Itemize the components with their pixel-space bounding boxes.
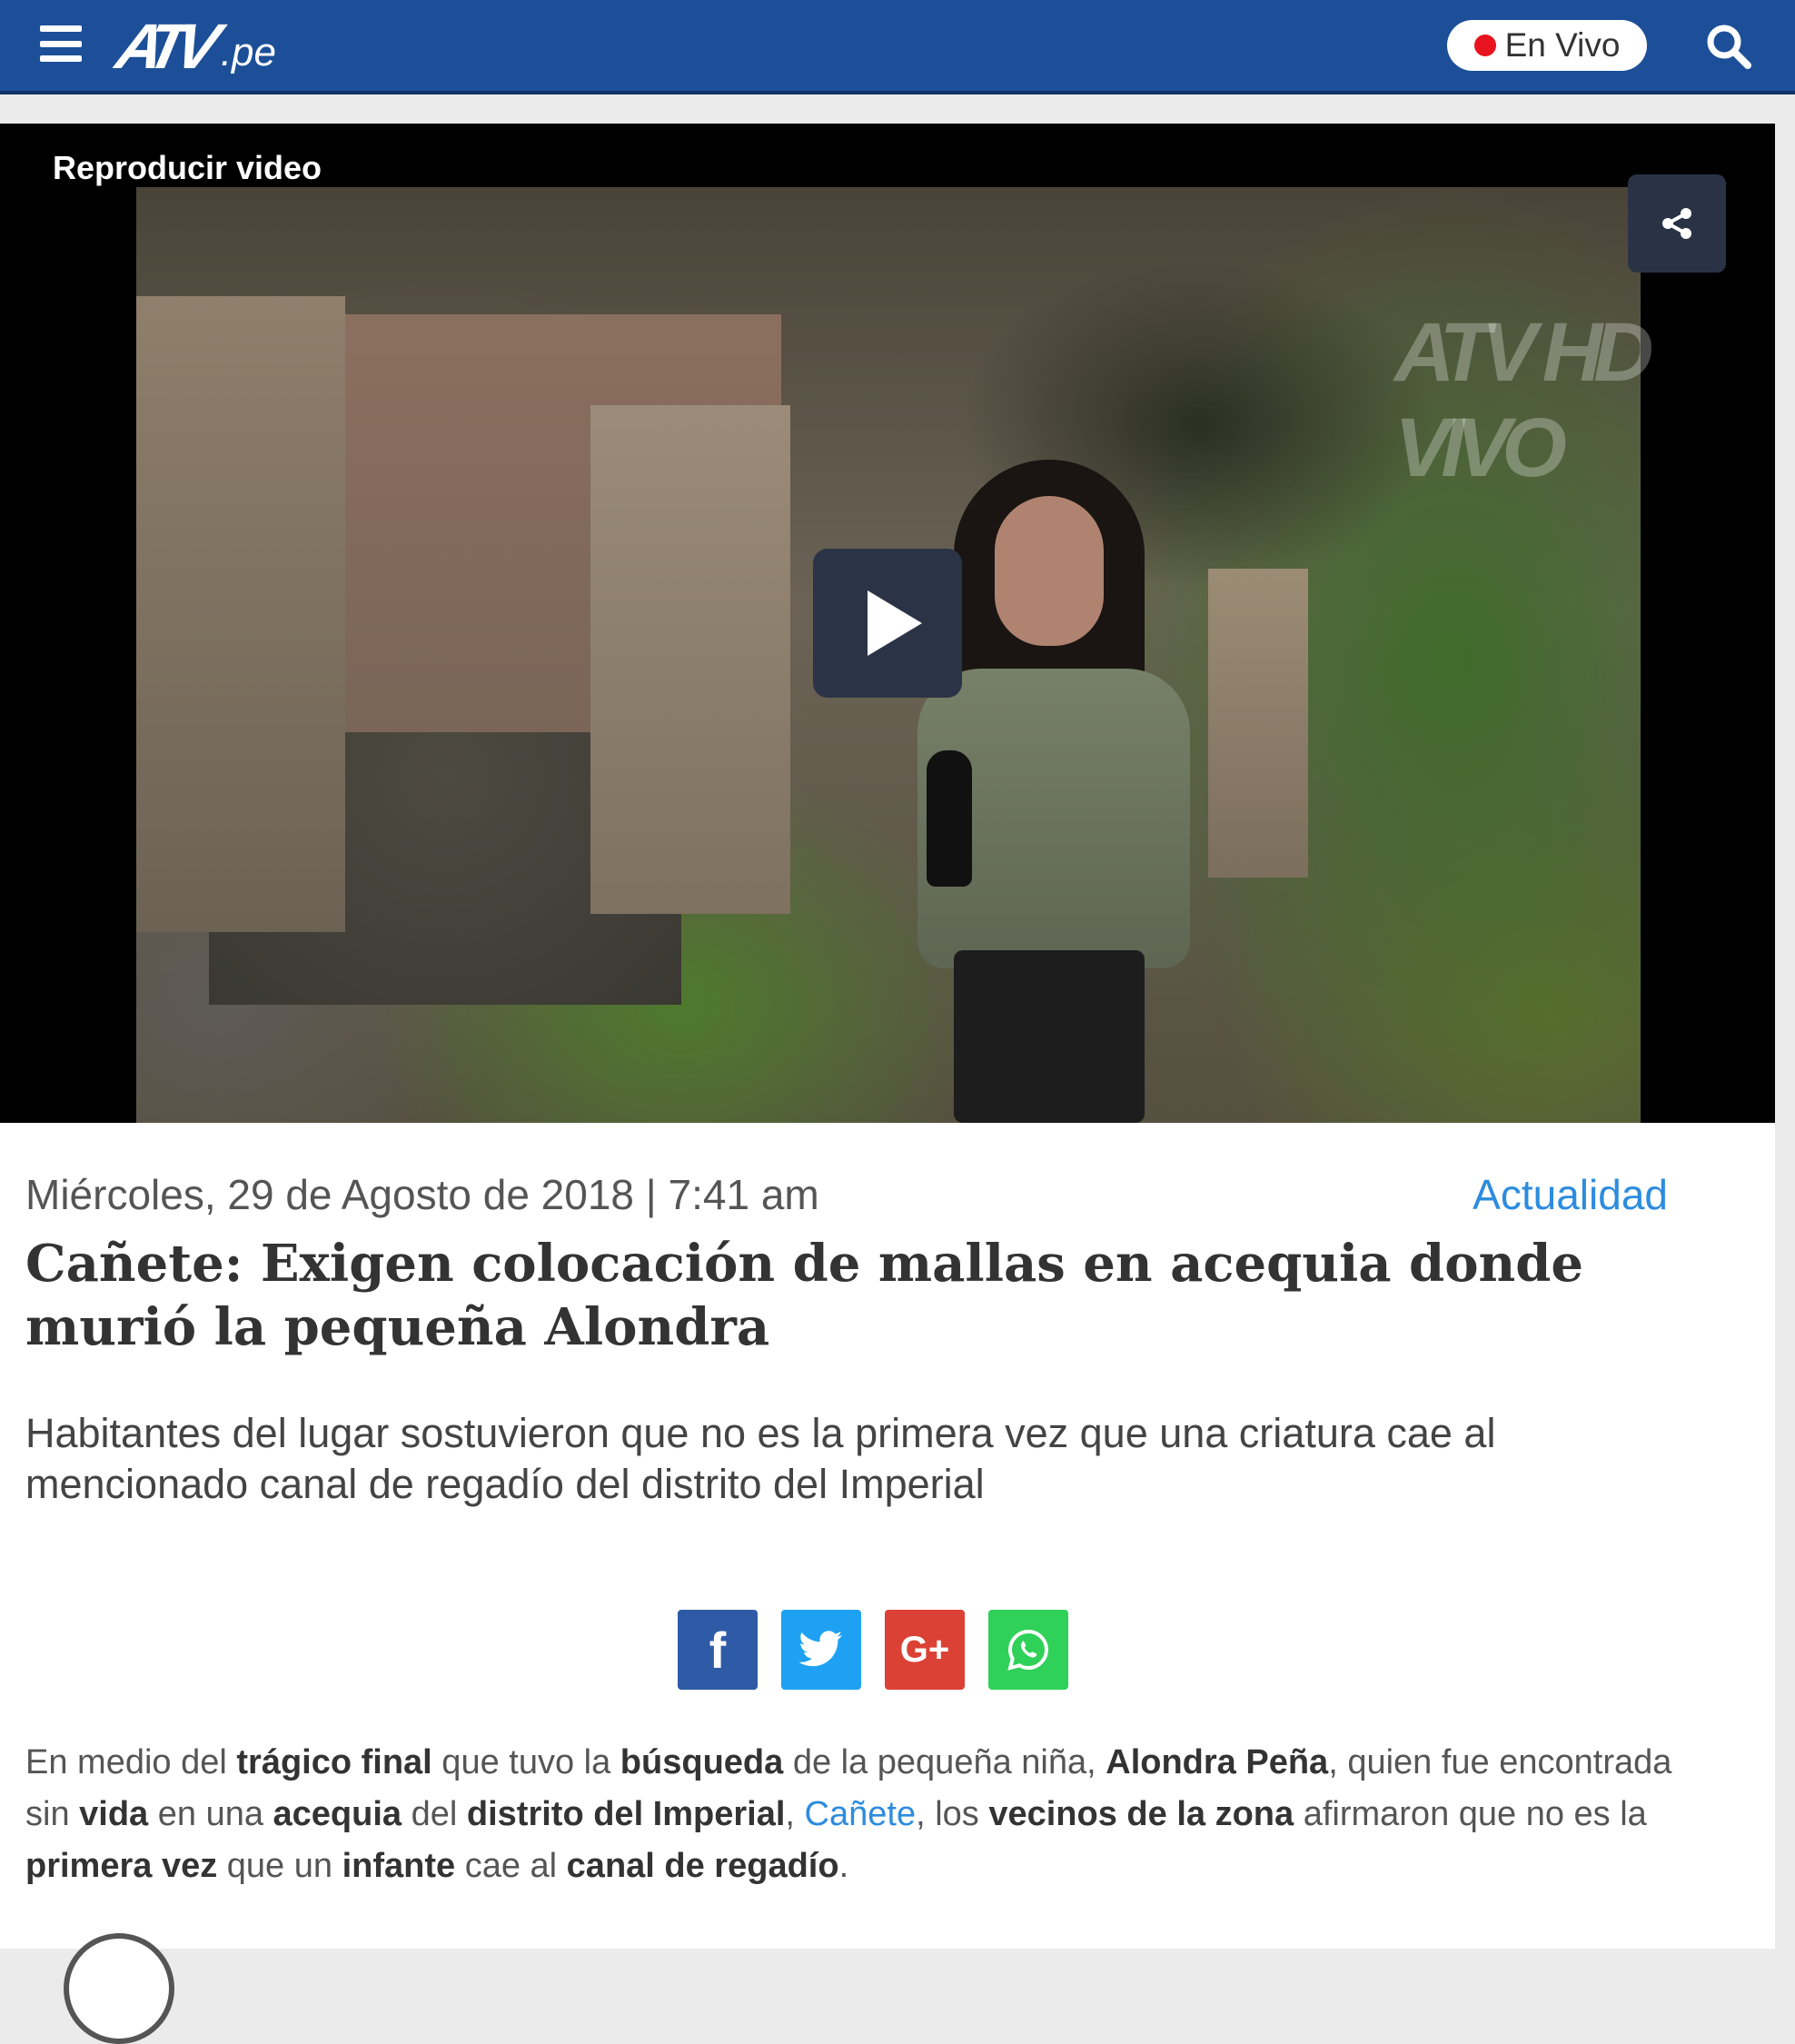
facebook-icon: f	[709, 1621, 727, 1679]
twitter-share-button[interactable]	[781, 1610, 861, 1690]
microphone	[927, 750, 972, 887]
article-summary: Habitantes del lugar sostuvieron que no …	[25, 1410, 1496, 1507]
body-bold-segment: primera vez	[25, 1847, 218, 1885]
site-logo[interactable]: ATV .pe	[111, 11, 276, 82]
reporter-face	[995, 496, 1104, 646]
article-headline: Cañete: Exigen colocación de mallas en a…	[25, 1234, 1584, 1357]
body-bold-segment: acequia	[273, 1795, 402, 1833]
body-bold-segment: vida	[79, 1795, 149, 1833]
body-text-segment: .	[838, 1847, 849, 1885]
body-text-segment: En medio del	[25, 1743, 237, 1781]
body-bold-segment: canal de regadío	[566, 1847, 839, 1885]
whatsapp-icon	[1007, 1629, 1049, 1671]
canete-link[interactable]: Cañete	[805, 1795, 917, 1833]
share-icon[interactable]	[1628, 174, 1726, 273]
live-button[interactable]: En Vivo	[1447, 20, 1647, 71]
search-icon[interactable]	[1704, 22, 1753, 71]
author-avatar	[64, 1933, 174, 2044]
thumbnail-wall	[136, 296, 345, 932]
body-text-segment: que un	[217, 1847, 342, 1885]
whatsapp-share-button[interactable]	[988, 1610, 1068, 1690]
menu-line	[40, 55, 82, 62]
body-bold-segment: búsqueda	[620, 1743, 784, 1781]
menu-line	[40, 25, 82, 32]
top-navigation-bar: ATV .pe En Vivo	[0, 0, 1795, 94]
thumbnail-wall	[1208, 569, 1308, 878]
google-plus-share-button[interactable]: G+	[885, 1610, 965, 1690]
thumbnail-wall	[590, 405, 790, 914]
google-plus-icon: G+	[899, 1629, 950, 1670]
logo-mark: ATV	[110, 11, 216, 82]
body-text-segment: que tuvo la	[431, 1743, 620, 1781]
article-body: En medio del trágico final que tuvo la b…	[25, 1737, 1724, 1892]
play-icon[interactable]	[813, 549, 962, 698]
hamburger-icon[interactable]	[40, 25, 82, 62]
body-text-segment: afirmaron que no es la	[1294, 1795, 1647, 1833]
live-label: En Vivo	[1504, 26, 1621, 64]
logo-suffix: .pe	[220, 30, 276, 74]
body-bold-segment: distrito del Imperial	[466, 1795, 786, 1833]
category-link[interactable]: Actualidad	[1473, 1170, 1668, 1219]
reporter-legs	[954, 950, 1145, 1123]
facebook-share-button[interactable]: f	[678, 1610, 758, 1690]
share-buttons: f G+	[678, 1610, 1068, 1690]
body-text-segment: del	[402, 1795, 467, 1833]
twitter-icon	[798, 1631, 842, 1667]
live-dot-icon	[1473, 35, 1496, 56]
body-bold-segment: Alondra Peña	[1106, 1743, 1329, 1781]
video-player[interactable]: ATV HD VIVO Reproducir video	[0, 124, 1775, 1123]
body-bold-segment: trágico final	[236, 1743, 432, 1781]
body-text-segment: de la pequeña niña,	[783, 1743, 1106, 1781]
menu-line	[40, 40, 82, 47]
body-text-segment: cae al	[455, 1847, 567, 1885]
channel-watermark: ATV HD VIVO	[1394, 306, 1654, 494]
article: Miércoles, 29 de Agosto de 2018 | 7:41 a…	[0, 1123, 1775, 2044]
body-text-segment: , los	[916, 1795, 989, 1833]
body-text-segment: ,	[785, 1795, 805, 1833]
publish-date: Miércoles, 29 de Agosto de 2018 | 7:41 a…	[25, 1171, 819, 1218]
body-bold-segment: infante	[342, 1847, 456, 1885]
body-bold-segment: vecinos de la zona	[988, 1795, 1294, 1833]
video-title[interactable]: Reproducir video	[53, 149, 322, 187]
body-text-segment: en una	[148, 1795, 273, 1833]
